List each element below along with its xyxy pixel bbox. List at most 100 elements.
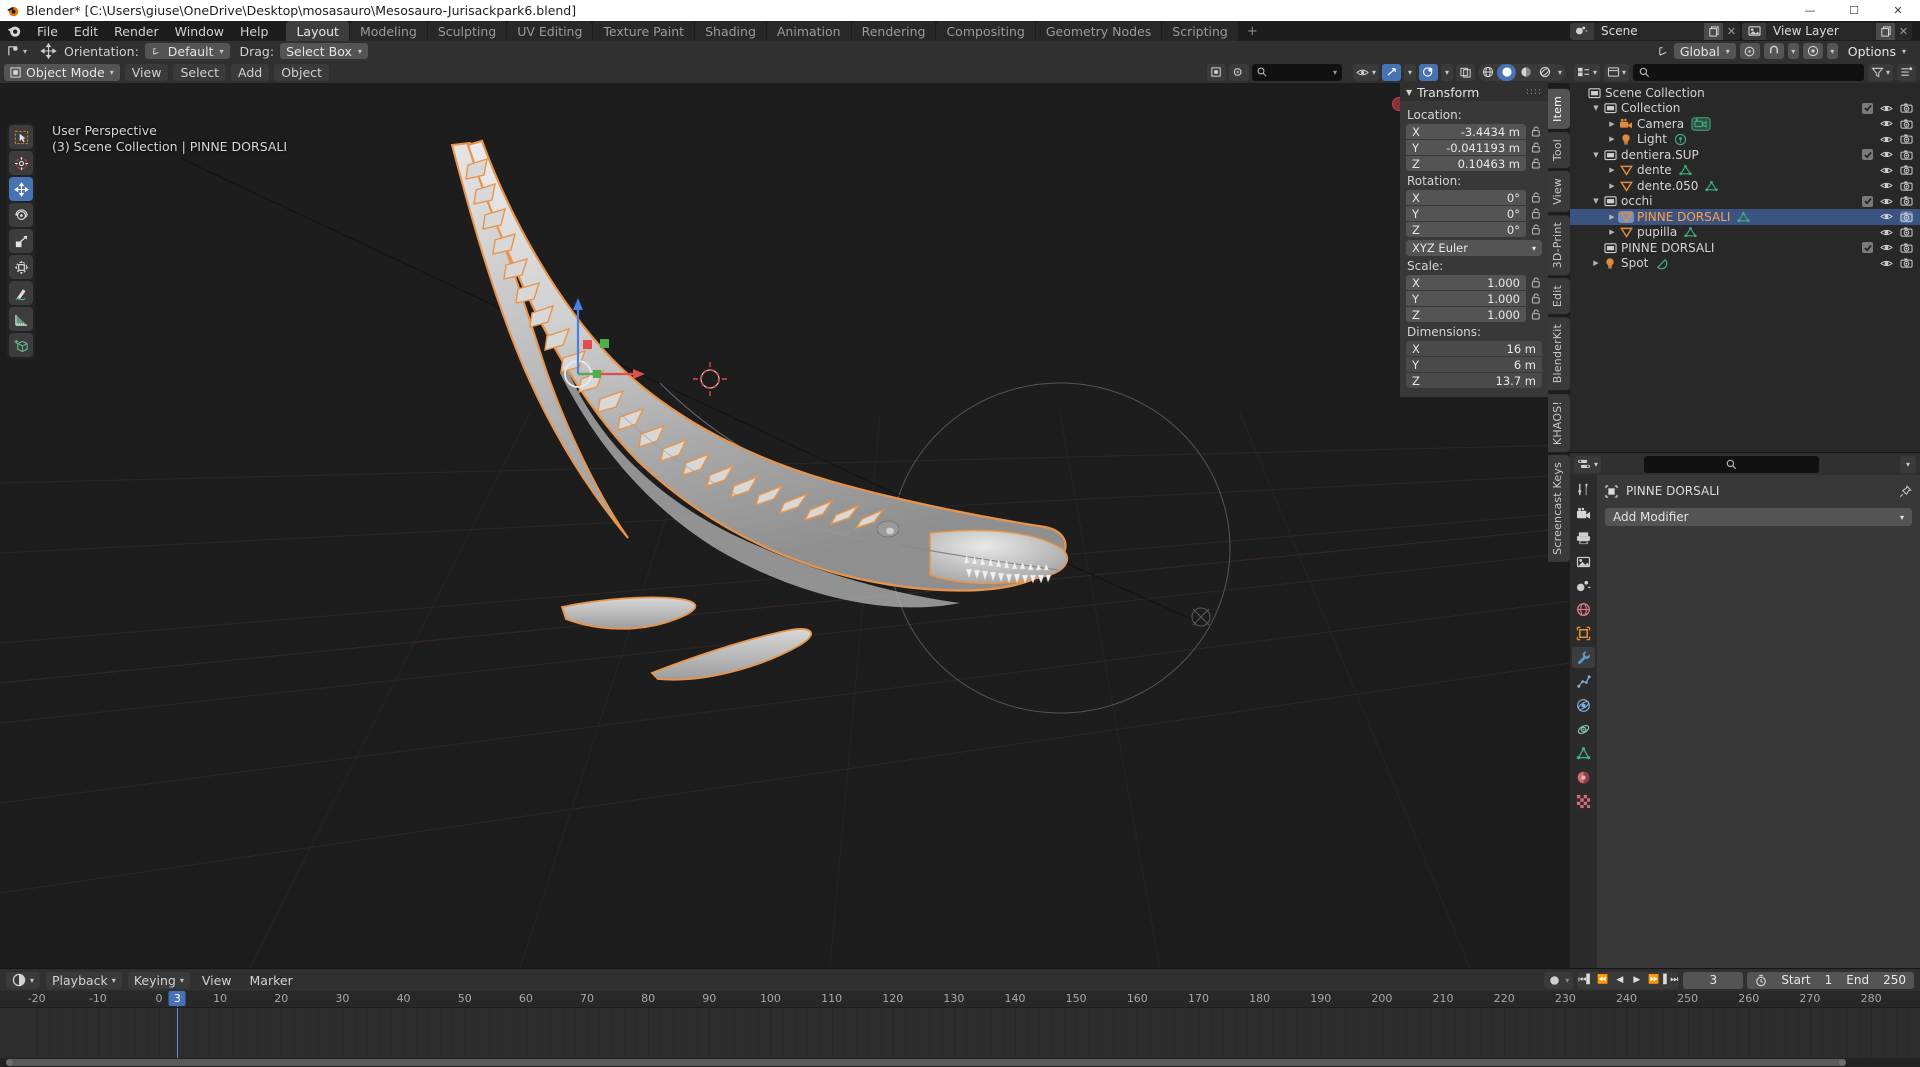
- rotation-z-field[interactable]: Z 0°: [1406, 222, 1526, 237]
- disable-in-renders-icon[interactable]: [1900, 118, 1913, 130]
- disable-in-renders-icon[interactable]: [1900, 242, 1913, 254]
- lock-icon[interactable]: [1530, 208, 1542, 219]
- workspace-tab-scripting[interactable]: Scripting: [1162, 21, 1238, 41]
- modifier-tab[interactable]: [1572, 647, 1595, 668]
- hide-in-viewport-icon[interactable]: [1880, 103, 1893, 114]
- outliner-row-dente.050[interactable]: ▶ dente.050: [1570, 178, 1920, 194]
- particles-tab[interactable]: [1572, 671, 1595, 692]
- transform-tool[interactable]: [9, 255, 33, 279]
- overlays-dropdown[interactable]: ▾: [1440, 63, 1453, 81]
- rotation-mode-dropdown[interactable]: XYZ Euler ▾: [1406, 240, 1542, 256]
- outliner-display-mode-button[interactable]: ▾: [1604, 63, 1630, 81]
- timeline-scrollbar-handle[interactable]: [6, 1059, 1846, 1066]
- location-x-field[interactable]: X -3.4434 m: [1406, 124, 1526, 139]
- scale-x-field[interactable]: X 1.000: [1406, 275, 1526, 290]
- mesh-data-icon[interactable]: [1684, 226, 1697, 238]
- drag-dropdown[interactable]: Select Box ▾: [280, 43, 368, 59]
- view-layer-selector[interactable]: View Layer ✕: [1742, 22, 1912, 40]
- render-tab[interactable]: [1572, 503, 1595, 524]
- rendered-shading-button[interactable]: [1535, 64, 1554, 81]
- object-tab[interactable]: [1572, 623, 1595, 644]
- scale-tool[interactable]: [9, 229, 33, 253]
- hide-in-viewport-icon[interactable]: [1880, 196, 1893, 207]
- hide-in-viewport-icon[interactable]: [1880, 118, 1893, 129]
- lock-icon[interactable]: [1530, 277, 1542, 288]
- disable-in-renders-icon[interactable]: [1900, 149, 1913, 161]
- viewport-3d-canvas[interactable]: [0, 83, 1570, 968]
- play-reverse-button[interactable]: ◀: [1611, 972, 1628, 989]
- disable-in-renders-icon[interactable]: [1900, 164, 1913, 176]
- lock-icon[interactable]: [1530, 309, 1542, 320]
- disclosure-triangle-right-icon[interactable]: ▶: [1606, 166, 1618, 174]
- outliner-row-scene-collection[interactable]: Scene Collection: [1570, 85, 1920, 101]
- workspace-tab-compositing[interactable]: Compositing: [936, 21, 1035, 41]
- disclosure-triangle-right-icon[interactable]: ▶: [1590, 259, 1602, 267]
- disable-in-renders-icon[interactable]: [1900, 226, 1913, 238]
- viewport-menu-add[interactable]: Add: [231, 63, 270, 81]
- lock-icon[interactable]: [1530, 224, 1542, 235]
- disclosure-triangle-down-icon[interactable]: ▼: [1590, 151, 1602, 159]
- timeline-menu-playback[interactable]: Playback ▾: [46, 971, 122, 989]
- workspace-tab-animation[interactable]: Animation: [766, 21, 851, 41]
- outliner-editor-type-button[interactable]: ▾: [1574, 63, 1601, 81]
- top-menu-render[interactable]: Render: [106, 23, 167, 40]
- top-menu-window[interactable]: Window: [167, 23, 232, 40]
- disclosure-triangle-right-icon[interactable]: ▶: [1606, 182, 1618, 190]
- output-tab[interactable]: [1572, 527, 1595, 548]
- add-modifier-dropdown[interactable]: Add Modifier ▾: [1605, 508, 1912, 526]
- rotation-x-field[interactable]: X 0°: [1406, 190, 1526, 205]
- constraints-tab[interactable]: [1572, 719, 1595, 740]
- tweak-tool[interactable]: [9, 125, 33, 149]
- pivot-point-button[interactable]: [1739, 43, 1760, 59]
- workspace-tab-sculpting[interactable]: Sculpting: [427, 21, 507, 41]
- mesh-data-icon[interactable]: [1705, 180, 1719, 192]
- hide-in-viewport-icon[interactable]: [1880, 149, 1893, 160]
- mesh-data-icon[interactable]: [1679, 164, 1692, 176]
- lock-icon[interactable]: [1530, 192, 1542, 203]
- timeline-keyframe-area[interactable]: [0, 1008, 1920, 1058]
- measure-tool[interactable]: [9, 307, 33, 331]
- auto-keying-button[interactable]: ▾: [1544, 971, 1574, 989]
- camera-data-icon[interactable]: [1691, 117, 1711, 131]
- proportional-edit-button[interactable]: [1802, 43, 1823, 59]
- scene-tab[interactable]: [1572, 575, 1595, 596]
- delete-scene-button[interactable]: ✕: [1723, 23, 1740, 40]
- disable-in-renders-icon[interactable]: [1900, 180, 1913, 192]
- disclosure-triangle-down-icon[interactable]: ▼: [1590, 104, 1602, 112]
- timeline-editor-type-button[interactable]: ▾: [6, 971, 41, 989]
- timeline-menu-marker[interactable]: Marker: [244, 972, 299, 989]
- workspace-tab-shading[interactable]: Shading: [695, 21, 766, 41]
- n-panel-tab-view[interactable]: View: [1548, 171, 1570, 212]
- close-button[interactable]: ✕: [1876, 0, 1920, 21]
- outliner-filter-button[interactable]: ▾: [1867, 63, 1893, 81]
- properties-options-button[interactable]: ▾: [1899, 455, 1916, 473]
- transform-pivot-point-button[interactable]: [1206, 63, 1226, 81]
- outliner-filter-settings-button[interactable]: [1897, 63, 1916, 81]
- current-frame-field[interactable]: 3: [1683, 971, 1744, 989]
- jump-to-end-button[interactable]: ▌⏭: [1662, 972, 1679, 989]
- exclude-collection-checkbox[interactable]: [1862, 242, 1873, 254]
- minimize-button[interactable]: —: [1788, 0, 1832, 21]
- start-frame-value[interactable]: 1: [1825, 973, 1833, 987]
- disable-in-renders-icon[interactable]: [1900, 102, 1913, 114]
- blender-menu-icon[interactable]: [6, 23, 23, 39]
- scene-selector[interactable]: Scene ✕: [1570, 22, 1740, 40]
- view-layer-name[interactable]: View Layer: [1766, 23, 1876, 40]
- active-tool-icon[interactable]: ▾: [6, 44, 27, 58]
- viewport-search-box[interactable]: ▾: [1251, 63, 1342, 81]
- workspace-tab-rendering[interactable]: Rendering: [851, 21, 936, 41]
- maximize-button[interactable]: ☐: [1832, 0, 1876, 21]
- workspace-tab-layout[interactable]: Layout: [286, 21, 349, 41]
- disclosure-triangle-right-icon[interactable]: ▶: [1606, 228, 1618, 236]
- hide-in-viewport-icon[interactable]: [1880, 258, 1893, 269]
- mesh-data-icon[interactable]: [1737, 211, 1751, 223]
- timeline-playhead-label[interactable]: 3: [168, 991, 186, 1006]
- dimensions-y-field[interactable]: Y 6 m: [1406, 357, 1542, 372]
- hide-in-viewport-icon[interactable]: [1880, 242, 1893, 253]
- outliner-row-occhi[interactable]: ▼ occhi: [1570, 194, 1920, 210]
- exclude-collection-checkbox[interactable]: [1862, 195, 1873, 207]
- transform-panel-header[interactable]: ▼ Transform ::::: [1400, 83, 1548, 101]
- material-preview-button[interactable]: [1516, 64, 1535, 81]
- n-panel-tab-tool[interactable]: Tool: [1548, 131, 1570, 169]
- workspace-tab-texture-paint[interactable]: Texture Paint: [593, 21, 695, 41]
